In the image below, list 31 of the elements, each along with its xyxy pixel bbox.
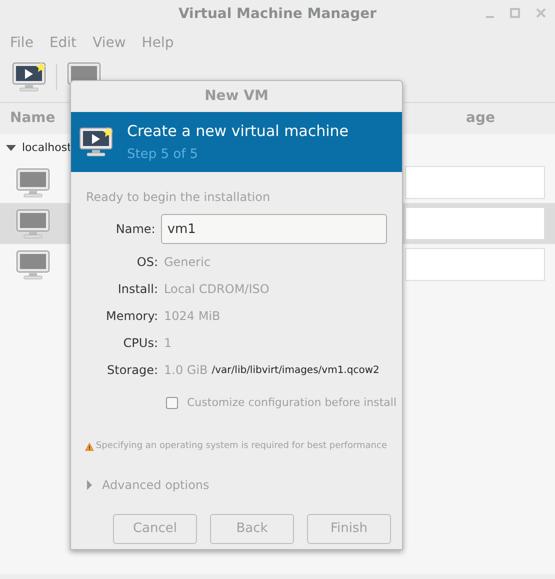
- field-label: Name:: [114, 221, 156, 238]
- field-label: Memory:: [105, 308, 158, 325]
- dialog-title: New VM: [204, 87, 268, 106]
- field-value: 1: [164, 335, 172, 352]
- dialog-button[interactable]: Finish: [307, 514, 391, 544]
- menu-item[interactable]: Help: [142, 32, 174, 54]
- storage-path: /var/lib/libvirt/images/vm1.qcow2: [212, 364, 380, 378]
- field-label: Storage:: [106, 362, 158, 379]
- menu-item[interactable]: Edit: [49, 32, 77, 54]
- warning-text: Specifying an operating system is required for best performance: [96, 440, 387, 453]
- step-label: Step 5 of 5: [127, 146, 200, 164]
- field-label: OS:: [136, 254, 158, 271]
- checkbox-label[interactable]: Customize configuration before install: [187, 395, 397, 412]
- field-value: 1024 MiB: [164, 308, 220, 325]
- dialog-button[interactable]: Back: [210, 514, 294, 544]
- menu-item[interactable]: View: [92, 32, 126, 54]
- field-label: Install:: [116, 281, 158, 298]
- advanced-expander[interactable]: Advanced options: [86, 476, 210, 494]
- window-title: Virtual Machine Manager: [178, 4, 377, 24]
- dialog-button[interactable]: Cancel: [113, 514, 197, 544]
- section-heading: Ready to begin the installation: [86, 189, 272, 206]
- host-label[interactable]: localhost: [22, 140, 72, 156]
- column-header[interactable]: age: [466, 108, 495, 129]
- column-header[interactable]: Name: [10, 108, 56, 129]
- menu-item[interactable]: File: [10, 32, 34, 54]
- field-value: Local CDROM/ISO: [164, 281, 270, 298]
- header-title: Create a new virtual machine: [127, 120, 349, 142]
- field-value: Generic: [164, 254, 211, 271]
- name-field[interactable]: vm1: [161, 214, 387, 244]
- field-value: 1.0 GiB: [164, 362, 208, 379]
- field-label: CPUs:: [122, 335, 158, 352]
